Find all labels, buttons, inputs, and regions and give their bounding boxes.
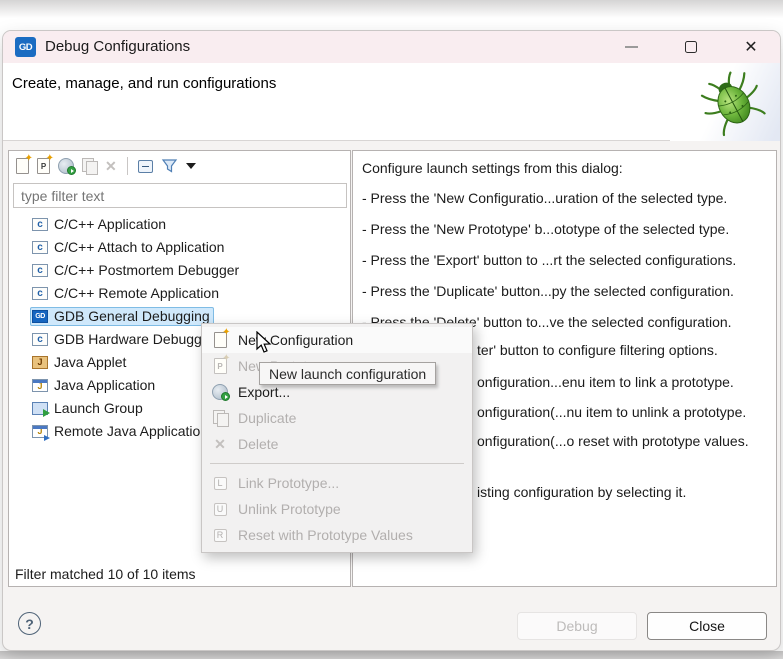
java-applet-icon: J <box>32 356 48 369</box>
screen: GD Debug Configurations ✕ Create, manage… <box>0 0 783 659</box>
right-panel-line: onfiguration(...o reset with prototype v… <box>477 433 749 449</box>
link-prototype-icon: L <box>214 477 227 490</box>
reset-prototype-icon: R <box>214 529 227 542</box>
export-arrow-icon <box>67 166 76 175</box>
duplicate-toolbar-button[interactable] <box>82 158 97 174</box>
tree-item-cpp-remote[interactable]: cC/C++ Remote Application <box>9 282 350 305</box>
help-button[interactable]: ? <box>18 612 41 635</box>
filter-toolbar-button[interactable] <box>161 158 178 174</box>
close-button[interactable]: ✕ <box>731 31 771 63</box>
new-sparkle-icon: ✦ <box>46 153 54 164</box>
right-panel-line: - Press the 'Duplicate' button...py the … <box>362 283 734 299</box>
close-icon: ✕ <box>744 37 757 57</box>
new-configuration-toolbar-button[interactable]: ✦ <box>16 158 29 174</box>
toolbar-separator <box>127 157 128 175</box>
export-toolbar-button[interactable] <box>58 158 74 174</box>
right-panel-line: isting configuration by selecting it. <box>477 484 686 500</box>
gdb-icon: GD <box>32 310 48 323</box>
minimize-button[interactable] <box>611 31 651 63</box>
right-panel-line: ter' button to configure filtering optio… <box>477 342 718 358</box>
right-panel-title: Configure launch settings from this dial… <box>362 160 623 176</box>
java-application-icon: J <box>32 379 48 392</box>
new-prototype-icon: P✦ <box>214 358 227 374</box>
app-icon: GD <box>15 37 36 57</box>
right-panel-line: - Press the 'New Configuratio...uration … <box>362 190 727 206</box>
configurations-toolbar: ✦ P✦ ✕ <box>9 151 350 181</box>
menu-item-new-configuration[interactable]: ✦ New Configuration <box>202 327 472 353</box>
remote-java-icon: J <box>32 425 48 438</box>
tooltip: New launch configuration <box>259 362 436 385</box>
c-application-icon: c <box>32 287 48 300</box>
bottom-strip <box>0 651 783 659</box>
filter-input[interactable] <box>13 183 347 208</box>
right-panel-line: - Press the 'Export' button to ...rt the… <box>362 252 736 268</box>
right-panel-line: onfiguration(...nu item to unlink a prot… <box>477 404 746 420</box>
menu-separator <box>210 463 464 464</box>
delete-icon: ✕ <box>214 436 226 452</box>
right-panel-line: - Press the 'New Prototype' b...ototype … <box>362 221 729 237</box>
maximize-icon <box>685 41 697 53</box>
delete-toolbar-button[interactable]: ✕ <box>105 158 117 174</box>
right-panel-line: onfiguration...enu item to link a protot… <box>477 374 734 390</box>
unlink-prototype-icon: U <box>214 503 227 516</box>
new-prototype-toolbar-button[interactable]: P✦ <box>37 158 50 174</box>
debug-configurations-dialog: GD Debug Configurations ✕ Create, manage… <box>2 30 781 651</box>
bug-icon <box>697 65 769 137</box>
c-application-icon: c <box>32 333 48 346</box>
top-shadow <box>0 0 783 26</box>
c-application-icon: c <box>32 264 48 277</box>
maximize-button[interactable] <box>671 31 711 63</box>
menu-item-unlink-prototype[interactable]: U Unlink Prototype <box>202 496 472 522</box>
filter-status: Filter matched 10 of 10 items <box>15 566 196 582</box>
new-sparkle-icon: ✦ <box>25 153 33 164</box>
titlebar[interactable]: GD Debug Configurations ✕ <box>3 31 780 63</box>
c-application-icon: c <box>32 241 48 254</box>
duplicate-icon <box>213 410 228 426</box>
tree-item-cpp-postmortem[interactable]: cC/C++ Postmortem Debugger <box>9 259 350 282</box>
menu-item-link-prototype[interactable]: L Link Prototype... <box>202 470 472 496</box>
menu-item-reset-prototype-values[interactable]: R Reset with Prototype Values <box>202 522 472 548</box>
window-title: Debug Configurations <box>45 31 190 63</box>
view-menu-dropdown[interactable] <box>186 163 196 169</box>
menu-item-duplicate[interactable]: Duplicate <box>202 405 472 431</box>
minimize-icon <box>625 46 638 48</box>
new-configuration-icon: ✦ <box>214 332 227 348</box>
close-dialog-button[interactable]: Close <box>647 612 767 640</box>
debug-button[interactable]: Debug <box>517 612 637 640</box>
context-menu: ✦ New Configuration P✦ New Prototype Exp… <box>201 323 473 553</box>
launch-group-icon <box>32 402 48 415</box>
tree-item-cpp-attach[interactable]: cC/C++ Attach to Application <box>9 236 350 259</box>
collapse-all-toolbar-button[interactable] <box>138 160 153 173</box>
dialog-subtitle: Create, manage, and run configurations <box>12 75 276 92</box>
mouse-cursor-icon <box>253 331 275 355</box>
menu-item-delete[interactable]: ✕ Delete <box>202 431 472 457</box>
c-application-icon: c <box>32 218 48 231</box>
tree-item-cpp-application[interactable]: cC/C++ Application <box>9 213 350 236</box>
dialog-header: Create, manage, and run configurations <box>3 63 780 141</box>
export-icon <box>212 384 228 400</box>
